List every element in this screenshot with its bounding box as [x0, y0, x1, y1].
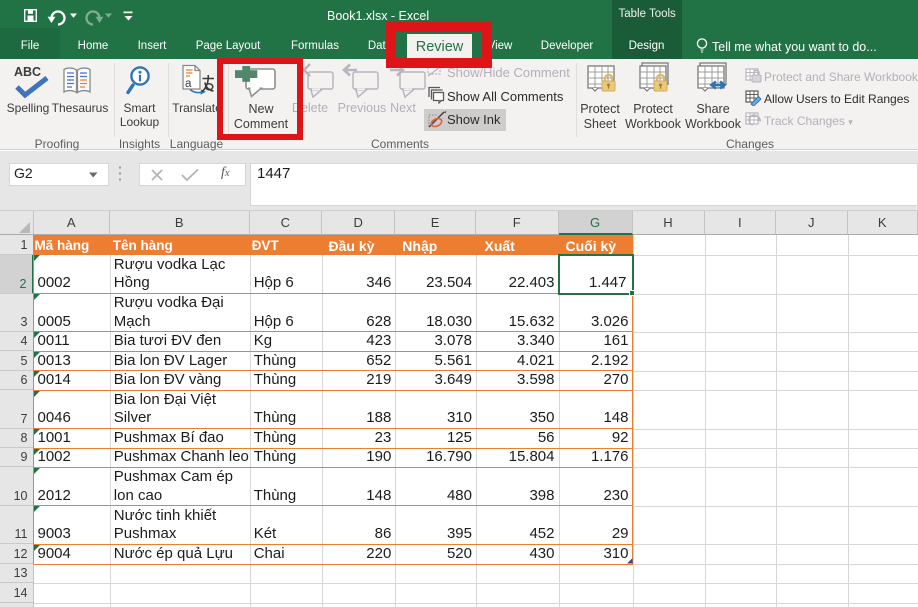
svg-text:ABC: ABC: [14, 65, 41, 79]
svg-text:a: a: [185, 78, 192, 90]
